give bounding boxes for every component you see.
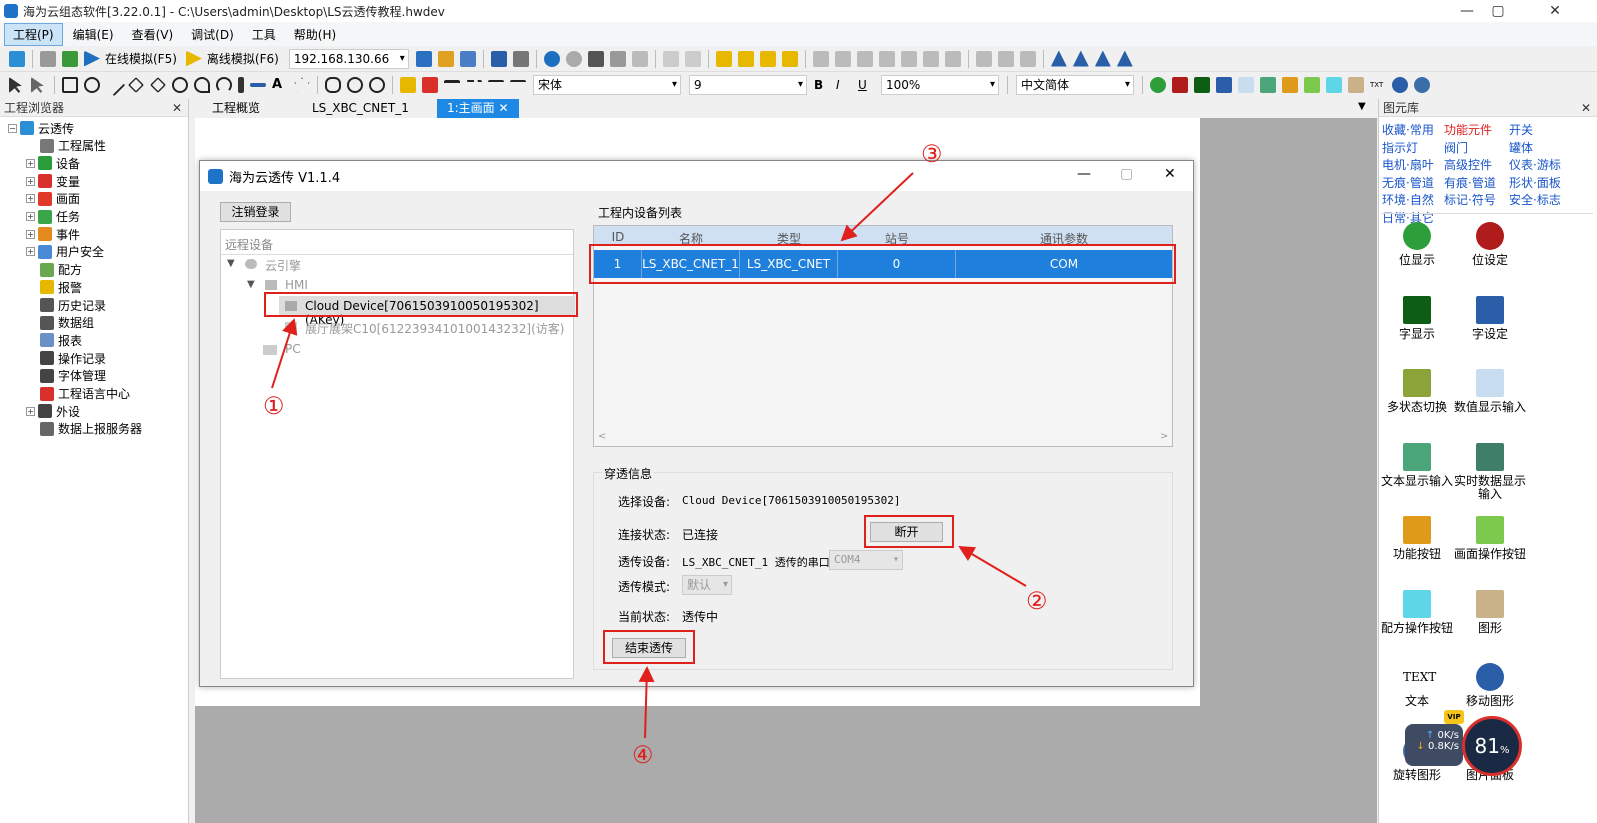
arrow-3 [840, 172, 914, 242]
annotation-label-4: ④ [632, 741, 654, 769]
annotation-label-3: ③ [921, 140, 943, 168]
annotation-label-2: ② [1026, 587, 1048, 615]
annotation-arrows [271, 172, 1027, 739]
annotation-label-1: ① [263, 392, 285, 420]
arrow-2 [958, 545, 1027, 587]
arrow-4 [638, 666, 655, 739]
arrow-1 [271, 318, 298, 389]
